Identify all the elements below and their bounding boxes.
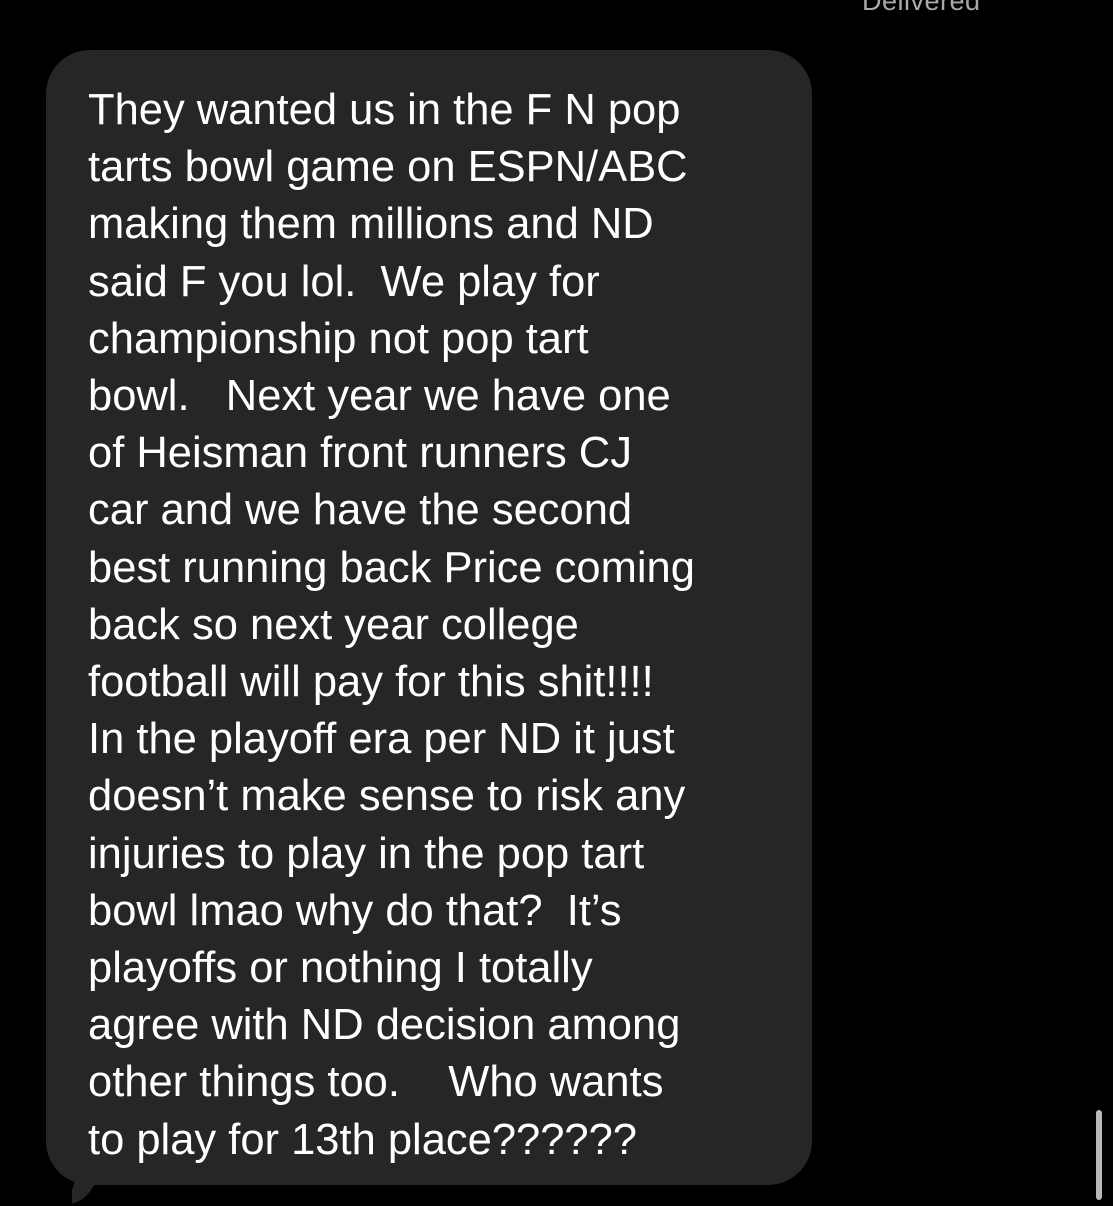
message-line: of Heisman front runners CJ bbox=[88, 429, 632, 478]
message-text: They wanted us in the F N pop tarts bowl… bbox=[88, 82, 695, 1169]
delivered-status: Delivered bbox=[862, 0, 981, 16]
message-line: In the playoff era per ND it just bbox=[88, 715, 675, 764]
bubble-tail-icon bbox=[72, 1176, 98, 1204]
message-line: They wanted us in the F N pop bbox=[88, 86, 681, 134]
message-line: bowl lmao why do that? It’s bbox=[88, 886, 622, 935]
message-line: best running back Price coming bbox=[88, 543, 695, 592]
message-line: to play for 13th place?????? bbox=[88, 1115, 637, 1164]
message-line: playoffs or nothing I totally bbox=[88, 944, 593, 993]
message-line: doesn’t make sense to risk any bbox=[88, 772, 686, 821]
message-line: tarts bowl game on ESPN/ABC bbox=[88, 143, 688, 192]
message-line: bowl. Next year we have one bbox=[88, 372, 671, 421]
message-line: making them millions and ND bbox=[88, 200, 654, 249]
message-line: championship not pop tart bbox=[88, 314, 589, 363]
message-line: car and we have the second bbox=[88, 486, 633, 535]
message-line: agree with ND decision among bbox=[88, 1001, 681, 1050]
message-line: other things too. Who wants bbox=[88, 1058, 664, 1107]
message-line: back so next year college bbox=[88, 600, 579, 649]
message-line: said F you lol. We play for bbox=[88, 257, 600, 306]
message-line: football will pay for this shit!!!! bbox=[88, 658, 654, 707]
message-line: injuries to play in the pop tart bbox=[88, 829, 645, 878]
scrollbar-thumb[interactable] bbox=[1096, 1110, 1102, 1200]
